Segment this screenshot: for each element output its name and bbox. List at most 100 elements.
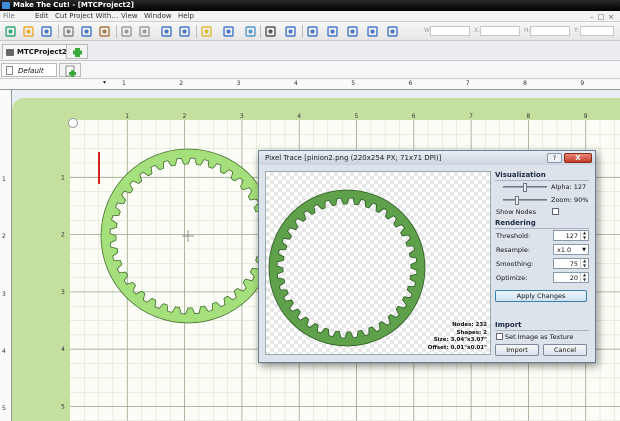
alpha-slider[interactable] [503, 183, 547, 192]
coord-input[interactable] [430, 26, 470, 36]
cancel-button[interactable]: Cancel [543, 344, 587, 356]
undo-button[interactable] [120, 25, 133, 38]
copy-icon [81, 26, 92, 37]
show-nodes-checkbox[interactable] [552, 208, 559, 215]
nodes-icon [265, 26, 276, 37]
threshold-value: 127 [565, 232, 578, 240]
menu-edit[interactable]: Edit [35, 11, 49, 22]
weld-button[interactable] [346, 25, 359, 38]
show-nodes-label: Show Nodes [496, 208, 536, 216]
stat-size: Size: 3.04"x3.07" [433, 337, 487, 343]
set-texture-checkbox[interactable] [496, 333, 503, 340]
menu-bar: File Edit Cut Project With... View Windo… [0, 11, 620, 22]
grid-button[interactable] [222, 25, 235, 38]
ruler-number: 9 [580, 80, 585, 87]
alpha-slider-thumb[interactable] [523, 183, 527, 192]
layer-button[interactable] [386, 25, 399, 38]
trace-button[interactable] [366, 25, 379, 38]
zoom-in-icon [161, 26, 172, 37]
group-icon [307, 26, 318, 37]
ungroup-button[interactable] [326, 25, 339, 38]
ruler-number: 2 [2, 233, 6, 241]
ruler-number: 7 [465, 80, 470, 87]
ruler-number: 4 [2, 347, 6, 355]
project-tab-label: MTCProject2 [17, 48, 67, 56]
add-page-button[interactable] [59, 63, 81, 77]
tab-mtcproject2[interactable]: MTCProject2 [2, 44, 72, 59]
alpha-label: Alpha: 127 [551, 183, 587, 191]
check-icon [201, 26, 212, 37]
coord-input[interactable] [480, 26, 520, 36]
ungroup-icon [327, 26, 338, 37]
smoothing-value: 75 [569, 260, 578, 268]
divider [495, 330, 589, 331]
spinner-arrows-icon[interactable]: ▲ ▼ [580, 258, 588, 268]
redo-button[interactable] [138, 25, 151, 38]
cut-button[interactable] [62, 25, 75, 38]
main-toolbar: W: X: H: Y: [0, 22, 620, 41]
resample-label: Resample: [496, 246, 531, 254]
rendering-heading: Rendering [495, 219, 536, 227]
zoom-slider-thumb[interactable] [515, 196, 519, 205]
zoom-out-button[interactable] [178, 25, 191, 38]
trace-preview[interactable]: Nodes: 232 Shapes: 2 Size: 3.04"x3.07" O… [265, 171, 491, 355]
menu-cut-project-with[interactable]: Cut Project With... [55, 11, 118, 22]
coord-label: Y: [574, 27, 579, 34]
coord-input[interactable] [530, 26, 570, 36]
toolbar-separator [196, 25, 197, 38]
import-heading: Import [495, 321, 522, 329]
close-button[interactable]: X [564, 153, 592, 163]
nodes-button[interactable] [264, 25, 277, 38]
app-icon [2, 2, 10, 9]
optimize-spinner[interactable]: 20 ▲ ▼ [553, 272, 589, 283]
vertical-ruler: 1 2 3 4 5 [0, 90, 12, 421]
paste-button[interactable] [98, 25, 111, 38]
menu-view[interactable]: View [121, 11, 138, 22]
save-button[interactable] [40, 25, 53, 38]
add-project-button[interactable] [66, 44, 88, 59]
optimize-label: Optimize: [496, 274, 528, 282]
pixel-trace-dialog: Pixel Trace [pinion2.png (220x254 PX; 71… [258, 150, 596, 363]
ruler-number: 4 [293, 80, 298, 87]
image-button[interactable] [244, 25, 257, 38]
layer-icon [387, 26, 398, 37]
redo-icon [139, 26, 150, 37]
ruler-ticks [103, 81, 106, 84]
ruler-number: 1 [2, 176, 6, 183]
group-button[interactable] [306, 25, 319, 38]
new-button[interactable] [4, 25, 17, 38]
resample-select[interactable]: x1.0 ▼ [553, 244, 589, 255]
threshold-spinner[interactable]: 127 ▲ ▼ [553, 230, 589, 241]
page-icon [6, 66, 13, 75]
optimize-value: 20 [569, 274, 578, 282]
stat-shapes: Shapes: 2 [456, 329, 487, 336]
help-button[interactable]: ? [547, 153, 562, 163]
ruler-number: 3 [2, 290, 6, 298]
tab-default-page[interactable]: Default Page [1, 63, 57, 89]
chevron-down-icon: ▼ [582, 247, 586, 253]
align-button[interactable] [284, 25, 297, 38]
toolbar-separator [58, 25, 59, 38]
zoom-slider[interactable] [503, 196, 547, 205]
open-icon [23, 26, 34, 37]
spinner-arrows-icon[interactable]: ▲ ▼ [580, 230, 588, 240]
trace-icon [367, 26, 378, 37]
spinner-arrows-icon[interactable]: ▲ ▼ [580, 272, 588, 282]
coord-input[interactable] [580, 26, 614, 36]
zoom-in-button[interactable] [160, 25, 173, 38]
zoom-label: Zoom: 90% [551, 196, 589, 204]
threshold-label: Threshold: [496, 232, 531, 240]
window-title: Make The Cut! - [MTCProject2] [13, 1, 134, 9]
menu-help[interactable]: Help [178, 11, 194, 22]
dialog-title: Pixel Trace [pinion2.png (220x254 PX; 71… [259, 151, 595, 165]
toolbar-separator [302, 25, 303, 38]
align-icon [285, 26, 296, 37]
copy-button[interactable] [80, 25, 93, 38]
menu-file[interactable]: File [3, 11, 15, 22]
import-button[interactable]: Import [495, 344, 539, 356]
check-button[interactable] [200, 25, 213, 38]
open-button[interactable] [22, 25, 35, 38]
menu-window[interactable]: Window [144, 11, 172, 22]
apply-changes-button[interactable]: Apply Changes [495, 290, 587, 302]
smoothing-spinner[interactable]: 75 ▲ ▼ [553, 258, 589, 269]
